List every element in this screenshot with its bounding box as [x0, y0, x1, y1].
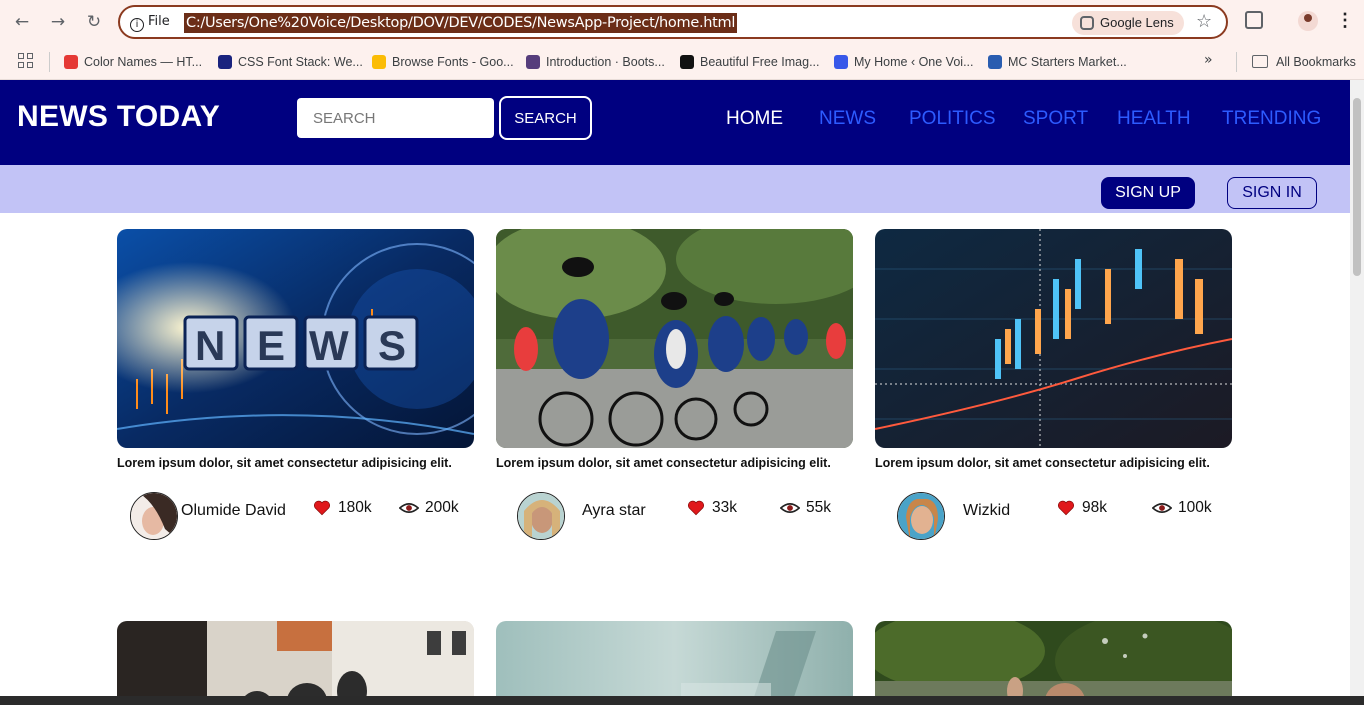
bookmark-label: Color Names — HT... — [84, 55, 203, 69]
file-label: File — [148, 14, 170, 29]
street-photographers-image[interactable] — [117, 621, 474, 696]
bookmark-favicon-icon — [834, 55, 848, 69]
likes-count: 180k — [338, 499, 372, 516]
page-viewport: NEWS TODAY SEARCH HOME NEWS POLITICS SPO… — [0, 80, 1350, 696]
reload-icon[interactable]: ↻ — [83, 11, 105, 33]
nav-politics[interactable]: POLITICS — [909, 108, 996, 130]
year-2023-image[interactable] — [496, 621, 853, 696]
author-avatar[interactable] — [517, 492, 565, 540]
auth-bar: SIGN UP SIGN IN — [0, 165, 1350, 213]
heart-icon[interactable] — [1057, 499, 1075, 517]
bookmark-item[interactable]: Browse Fonts - Goo... — [372, 52, 514, 72]
page-scrollbar[interactable] — [1350, 80, 1364, 696]
forward-arrow-icon[interactable]: → — [47, 11, 69, 33]
bookmark-label: Browse Fonts - Goo... — [392, 55, 514, 69]
author-name[interactable]: Olumide David — [181, 502, 286, 520]
eye-icon — [780, 503, 800, 513]
stock-chart-image[interactable] — [875, 229, 1232, 448]
menu-kebab-icon[interactable]: ⋮ — [1336, 10, 1354, 30]
bookmark-favicon-icon — [680, 55, 694, 69]
site-logo[interactable]: NEWS TODAY — [17, 100, 220, 134]
nav-news[interactable]: NEWS — [819, 108, 876, 130]
apps-grid-icon[interactable] — [18, 53, 34, 69]
site-info-button[interactable]: i File — [130, 14, 170, 32]
cyclists-image[interactable] — [496, 229, 853, 448]
all-bookmarks-button[interactable]: All Bookmarks — [1252, 52, 1356, 72]
bookmark-favicon-icon — [526, 55, 540, 69]
bookmark-item[interactable]: Introduction · Boots... — [526, 52, 665, 72]
nav-trending[interactable]: TRENDING — [1222, 108, 1321, 130]
back-arrow-icon[interactable]: ← — [11, 11, 33, 33]
views-count: 55k — [806, 499, 831, 516]
bookmark-label: Introduction · Boots... — [546, 55, 665, 69]
svg-text:E: E — [257, 322, 285, 369]
card-title[interactable]: Lorem ipsum dolor, sit amet consectetur … — [875, 456, 1210, 470]
bookmark-item[interactable]: My Home ‹ One Voi... — [834, 52, 973, 72]
heart-icon[interactable] — [313, 499, 331, 517]
bookmark-item[interactable]: CSS Font Stack: We... — [218, 52, 363, 72]
likes-count: 33k — [712, 499, 737, 516]
bookmark-label: MC Starters Market... — [1008, 55, 1127, 69]
news-card[interactable]: Lorem ipsum dolor, sit amet consectetur … — [496, 229, 853, 559]
author-avatar[interactable] — [897, 492, 945, 540]
bookmark-item[interactable]: MC Starters Market... — [988, 52, 1127, 72]
url-text[interactable]: C:/Users/One%20Voice/Desktop/DOV/DEV/COD… — [184, 13, 738, 33]
os-taskbar — [0, 696, 1364, 705]
news-globe-image[interactable]: NEWS — [117, 229, 474, 448]
author-avatar[interactable] — [130, 492, 178, 540]
bookmark-favicon-icon — [64, 55, 78, 69]
divider — [49, 52, 50, 72]
card-title[interactable]: Lorem ipsum dolor, sit amet consectetur … — [117, 456, 452, 470]
heart-icon[interactable] — [687, 499, 705, 517]
card-title[interactable]: Lorem ipsum dolor, sit amet consectetur … — [496, 456, 831, 470]
news-card[interactable]: Lorem ipsum dolor, sit amet consectetur … — [875, 229, 1232, 559]
bookmark-item[interactable]: Color Names — HT... — [64, 52, 202, 72]
likes-count: 98k — [1082, 499, 1107, 516]
browser-toolbar: ← → ↻ i File C:/Users/One%20Voice/Desktop… — [0, 0, 1364, 44]
google-lens-button[interactable]: Google Lens — [1072, 11, 1184, 35]
lens-label: Google Lens — [1100, 15, 1174, 30]
views-count: 100k — [1178, 499, 1212, 516]
all-bookmarks-label: All Bookmarks — [1276, 55, 1356, 69]
search-input[interactable] — [297, 98, 494, 138]
bookmark-label: Beautiful Free Imag... — [700, 55, 820, 69]
nav-sport[interactable]: SPORT — [1023, 108, 1088, 130]
svg-text:W: W — [309, 322, 349, 369]
bookmark-item[interactable]: Beautiful Free Imag... — [680, 52, 820, 72]
author-name[interactable]: Ayra star — [582, 502, 646, 520]
eye-icon — [399, 503, 419, 513]
site-header: NEWS TODAY SEARCH HOME NEWS POLITICS SPO… — [0, 80, 1350, 165]
bookmarks-bar: Color Names — HT... CSS Font Stack: We...… — [0, 44, 1364, 80]
sign-up-button[interactable]: SIGN UP — [1101, 177, 1195, 209]
news-card[interactable]: NEWS Lorem ipsum dolor, sit amet consect… — [117, 229, 474, 559]
views-count: 200k — [425, 499, 459, 516]
svg-text:N: N — [195, 322, 225, 369]
info-icon: i — [130, 18, 144, 32]
divider — [1236, 52, 1237, 72]
nav-home[interactable]: HOME — [726, 108, 783, 130]
sign-in-button[interactable]: SIGN IN — [1227, 177, 1317, 209]
bookmark-favicon-icon — [988, 55, 1002, 69]
search-button[interactable]: SEARCH — [499, 96, 592, 140]
svg-text:S: S — [378, 322, 406, 369]
bookmark-label: My Home ‹ One Voi... — [854, 55, 974, 69]
nav-health[interactable]: HEALTH — [1117, 108, 1191, 130]
scrollbar-thumb[interactable] — [1353, 98, 1361, 276]
bookmark-favicon-icon — [372, 55, 386, 69]
profile-avatar-icon[interactable] — [1298, 11, 1318, 31]
bookmark-star-icon[interactable]: ☆ — [1196, 11, 1212, 32]
author-name[interactable]: Wizkid — [963, 502, 1010, 520]
folder-icon — [1252, 55, 1268, 68]
address-bar[interactable]: i File C:/Users/One%20Voice/Desktop/DOV/D… — [118, 5, 1228, 39]
extensions-icon[interactable] — [1245, 11, 1263, 29]
eye-icon — [1152, 503, 1172, 513]
bookmark-favicon-icon — [218, 55, 232, 69]
festival-crowd-image[interactable] — [875, 621, 1232, 696]
bookmark-label: CSS Font Stack: We... — [238, 55, 363, 69]
lens-icon — [1080, 16, 1094, 30]
more-bookmarks-chevron-icon[interactable]: » — [1204, 52, 1213, 68]
